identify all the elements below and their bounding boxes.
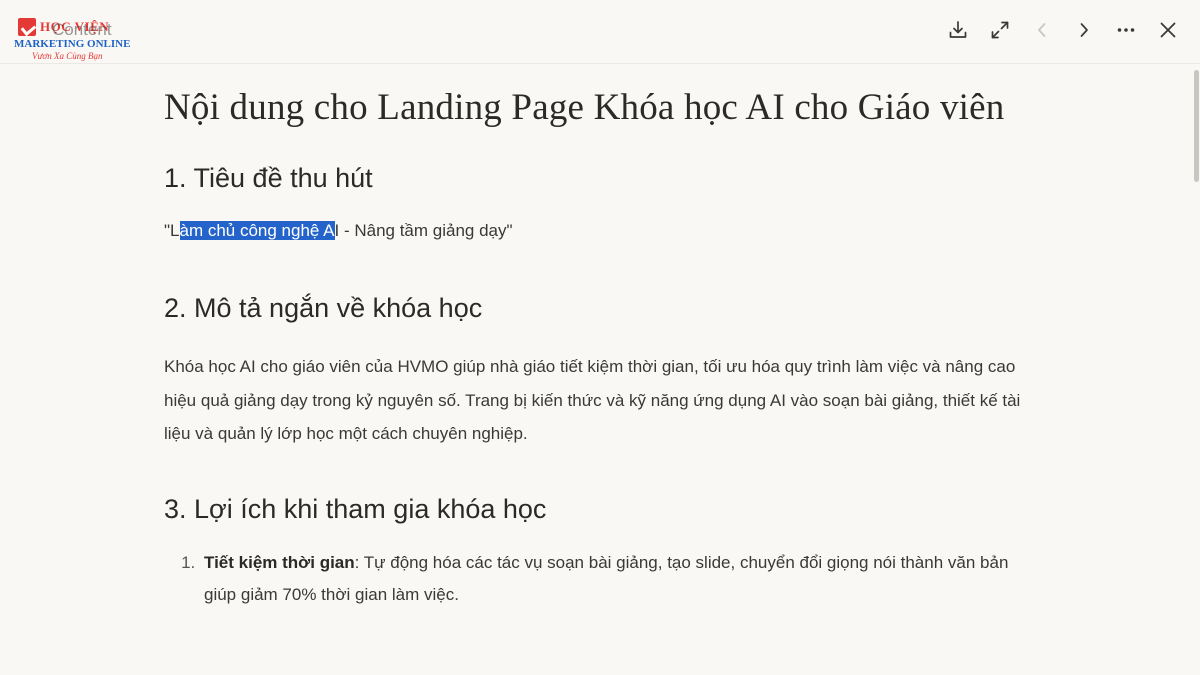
document-content: Nội dung cho Landing Page Khóa học AI ch…: [164, 64, 1024, 611]
next-button[interactable]: [1068, 14, 1100, 46]
headline-quote[interactable]: "Làm chủ công nghệ AI - Nâng tầm giảng d…: [164, 218, 1024, 244]
benefit-label: Tiết kiệm thời gian: [204, 552, 355, 572]
previous-button[interactable]: [1026, 14, 1058, 46]
course-description: Khóa học AI cho giáo viên của HVMO giúp …: [164, 357, 1021, 443]
expand-button[interactable]: [984, 14, 1016, 46]
more-icon: [1117, 28, 1135, 32]
more-options-button[interactable]: [1110, 14, 1142, 46]
section-heading-1: 1. Tiêu đề thu hút: [164, 163, 373, 193]
close-icon: [1160, 22, 1176, 38]
download-button[interactable]: [942, 14, 974, 46]
download-icon: [949, 21, 967, 38]
vertical-scrollbar[interactable]: [1192, 64, 1200, 675]
top-bar: HỌC VIỆN MARKETING ONLINE Vươn Xa Cùng B…: [0, 0, 1200, 64]
scrollbar-thumb[interactable]: [1194, 70, 1199, 182]
document-heading: Nội dung cho Landing Page Khóa học AI ch…: [164, 87, 1005, 128]
close-button[interactable]: [1152, 14, 1184, 46]
expand-icon: [991, 21, 1009, 39]
logo-mark-icon: [18, 18, 36, 36]
quote-end: I - Nâng tầm giảng dạy": [334, 221, 513, 240]
chevron-right-icon: [1080, 23, 1088, 37]
section-heading-2: 2. Mô tả ngắn về khóa học: [164, 293, 483, 323]
benefits-list: Tiết kiệm thời gian: Tự động hóa các tác…: [164, 547, 1024, 611]
quote-start: "L: [164, 221, 180, 240]
selected-text[interactable]: àm chủ công nghệ A: [179, 221, 335, 240]
toolbar: [932, 14, 1184, 46]
section-heading-3: 3. Lợi ích khi tham gia khóa học: [164, 493, 547, 524]
logo-line-3: Vươn Xa Cùng Bạn: [32, 51, 103, 61]
list-item: Tiết kiệm thời gian: Tự động hóa các tác…: [200, 547, 1024, 611]
document-title-label: Content: [52, 20, 112, 39]
chevron-left-icon: [1038, 23, 1046, 37]
